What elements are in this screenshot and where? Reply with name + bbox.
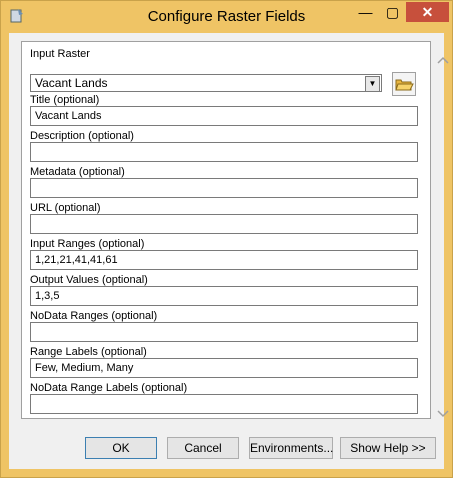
folder-open-icon bbox=[393, 79, 415, 99]
input-ranges-label: Input Ranges (optional) bbox=[30, 238, 145, 250]
close-button[interactable]: ✕ bbox=[406, 2, 449, 22]
show-help-button[interactable]: Show Help >> bbox=[340, 437, 436, 459]
description-label: Description (optional) bbox=[30, 130, 134, 142]
nodata-range-labels-label: NoData Range Labels (optional) bbox=[30, 382, 188, 394]
ok-button[interactable]: OK bbox=[85, 437, 157, 459]
cancel-button[interactable]: Cancel bbox=[167, 437, 239, 459]
maximize-button[interactable]: ▢ bbox=[379, 2, 406, 22]
url-field[interactable] bbox=[30, 214, 418, 234]
nodata-ranges-label: NoData Ranges (optional) bbox=[30, 310, 158, 322]
scroll-down-icon[interactable] bbox=[436, 406, 450, 420]
minimize-button[interactable]: — bbox=[352, 2, 379, 22]
parameters-panel: Input Raster Vacant Lands ▼ Title (optio… bbox=[21, 41, 449, 419]
dialog-window: Configure Raster Fields — ▢ ✕ Input Rast… bbox=[0, 0, 453, 478]
nodata-range-labels-field[interactable] bbox=[30, 394, 418, 414]
input-ranges-field[interactable]: 1,21,21,41,41,61 bbox=[30, 250, 418, 270]
range-labels-field[interactable]: Few, Medium, Many bbox=[30, 358, 418, 378]
metadata-label: Metadata (optional) bbox=[30, 166, 125, 178]
nodata-ranges-field[interactable] bbox=[30, 322, 418, 342]
description-field[interactable] bbox=[30, 142, 418, 162]
output-values-field[interactable]: 1,3,5 bbox=[30, 286, 418, 306]
title-field[interactable]: Vacant Lands bbox=[30, 106, 418, 126]
input-raster-label: Input Raster bbox=[30, 48, 90, 60]
title-label: Title (optional) bbox=[30, 94, 100, 106]
title-bar[interactable]: Configure Raster Fields — ▢ ✕ bbox=[1, 1, 452, 33]
scroll-up-icon[interactable] bbox=[436, 54, 450, 68]
dialog-body: Input Raster Vacant Lands ▼ Title (optio… bbox=[9, 33, 449, 469]
output-values-label: Output Values (optional) bbox=[30, 274, 148, 286]
url-label: URL (optional) bbox=[30, 202, 101, 214]
browse-button[interactable] bbox=[392, 72, 416, 96]
input-raster-value: Vacant Lands bbox=[35, 76, 108, 90]
chevron-down-icon[interactable]: ▼ bbox=[365, 76, 380, 92]
input-raster-dropdown[interactable]: Vacant Lands ▼ bbox=[30, 74, 382, 92]
range-labels-label: Range Labels (optional) bbox=[30, 346, 147, 358]
metadata-field[interactable] bbox=[30, 178, 418, 198]
environments-button[interactable]: Environments... bbox=[249, 437, 333, 459]
